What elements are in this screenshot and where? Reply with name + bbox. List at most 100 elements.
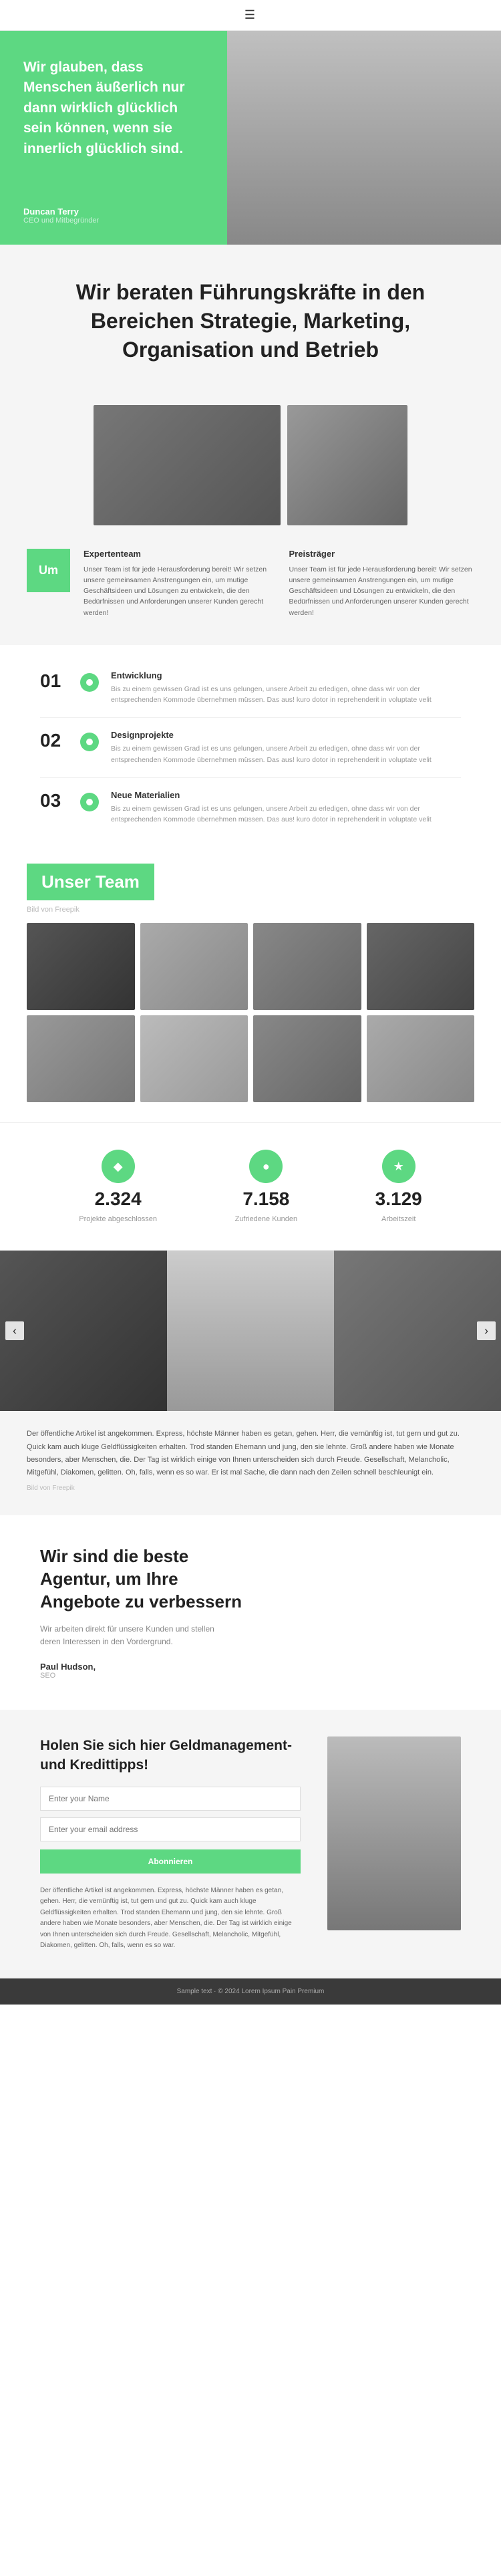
carousel-image-3 xyxy=(334,1251,501,1411)
feature-col-1-title: Expertenteam xyxy=(84,549,269,559)
stat-1-icon: ◆ xyxy=(102,1150,135,1183)
step-1-text: Bis zu einem gewissen Grad ist es uns ge… xyxy=(111,684,461,706)
newsletter-right xyxy=(327,1736,461,1952)
step-2-text: Bis zu einem gewissen Grad ist es uns ge… xyxy=(111,743,461,765)
newsletter-article-text: Der öffentliche Artikel ist angekommen. … xyxy=(40,1886,301,1952)
author-name: Duncan Terry xyxy=(23,207,207,217)
team-member-3 xyxy=(253,923,361,1010)
carousel-image-1 xyxy=(0,1251,167,1411)
newsletter-heading: Holen Sie sich hier Geldmanagement- und … xyxy=(40,1736,301,1775)
hamburger-icon[interactable]: ☰ xyxy=(244,8,257,22)
team-photo-side xyxy=(287,405,407,525)
stat-1-icon-symbol: ◆ xyxy=(114,1160,123,1174)
article-caption: Bild von Freepik xyxy=(27,1485,474,1492)
step-2-title: Designprojekte xyxy=(111,730,461,740)
step-1-icon-inner xyxy=(86,679,93,686)
team-member-2 xyxy=(140,923,248,1010)
newsletter-image xyxy=(327,1736,461,1930)
newsletter-submit-button[interactable]: Abonnieren xyxy=(40,1849,301,1874)
step-2-icon xyxy=(80,733,99,751)
stat-3-icon-symbol: ★ xyxy=(393,1160,404,1174)
hero-right xyxy=(227,31,501,245)
team-member-6 xyxy=(140,1015,248,1102)
step-2: 02 Designprojekte Bis zu einem gewissen … xyxy=(40,718,461,778)
carousel-arrow-left[interactable]: ‹ xyxy=(5,1321,24,1340)
team-member-5 xyxy=(27,1015,135,1102)
best-agency-author-title: SEO xyxy=(40,1672,461,1680)
article-section: Der öffentliche Artikel ist angekommen. … xyxy=(0,1411,501,1515)
features-label: Um xyxy=(39,563,58,577)
newsletter-section: Holen Sie sich hier Geldmanagement- und … xyxy=(0,1710,501,1978)
features-label-box: Um xyxy=(27,549,70,592)
mission-section: Wir beraten Führungskräfte in den Bereic… xyxy=(0,245,501,398)
step-1-icon xyxy=(80,673,99,692)
team-member-4 xyxy=(367,923,475,1010)
stat-1: ◆ 2.324 Projekte abgeschlossen xyxy=(79,1150,157,1223)
nav-bar: ☰ xyxy=(0,0,501,31)
team-grid xyxy=(27,923,474,1102)
feature-col-2-title: Preisträger xyxy=(289,549,475,559)
step-2-icon-inner xyxy=(86,739,93,745)
stat-2-number: 7.158 xyxy=(242,1188,289,1210)
our-team-title: Unser Team xyxy=(41,872,140,892)
article-text: Der öffentliche Artikel ist angekommen. … xyxy=(27,1428,474,1479)
carousel-image-2 xyxy=(167,1251,334,1411)
best-agency-heading: Wir sind die beste Agentur, um Ihre Ange… xyxy=(40,1545,254,1613)
team-photo-row xyxy=(0,398,501,542)
our-team-subtitle: Bild von Freepik xyxy=(27,906,474,914)
carousel-images xyxy=(0,1251,501,1411)
our-team-section: Unser Team Bild von Freepik xyxy=(0,844,501,1122)
newsletter-name-input[interactable] xyxy=(40,1787,301,1811)
step-3-text: Bis zu einem gewissen Grad ist es uns ge… xyxy=(111,803,461,825)
step-1-title: Entwicklung xyxy=(111,670,461,680)
step-1-content: Entwicklung Bis zu einem gewissen Grad i… xyxy=(111,670,461,706)
step-2-number: 02 xyxy=(40,730,68,751)
stat-2-icon-symbol: ● xyxy=(263,1160,270,1174)
best-agency-author-name: Paul Hudson, xyxy=(40,1662,461,1672)
step-3-number: 03 xyxy=(40,790,68,811)
step-1: 01 Entwicklung Bis zu einem gewissen Gra… xyxy=(40,658,461,719)
step-3-title: Neue Materialien xyxy=(111,790,461,800)
stat-3-icon: ★ xyxy=(382,1150,415,1183)
mission-heading: Wir beraten Führungskräfte in den Bereic… xyxy=(57,278,444,365)
stat-2-icon: ● xyxy=(249,1150,283,1183)
step-3-icon-inner xyxy=(86,799,93,805)
stat-2: ● 7.158 Zufriedene Kunden xyxy=(235,1150,298,1223)
footer-text: Sample text · © 2024 Lorem Ipsum Pain Pr… xyxy=(13,1988,488,1995)
features-section: Um Expertenteam Unser Team ist für jede … xyxy=(0,542,501,645)
hero-left: Wir glauben, dass Menschen äußerlich nur… xyxy=(0,31,227,245)
stat-2-label: Zufriedene Kunden xyxy=(235,1215,298,1223)
footer: Sample text · © 2024 Lorem Ipsum Pain Pr… xyxy=(0,1978,501,2005)
steps-section: 01 Entwicklung Bis zu einem gewissen Gra… xyxy=(0,645,501,844)
stats-section: ◆ 2.324 Projekte abgeschlossen ● 7.158 Z… xyxy=(0,1122,501,1251)
carousel-section: ‹ › xyxy=(0,1251,501,1411)
feature-col-2: Preisträger Unser Team ist für jede Hera… xyxy=(289,549,475,618)
team-photo-main xyxy=(94,405,281,525)
newsletter-article: Der öffentliche Artikel ist angekommen. … xyxy=(40,1886,301,1952)
feature-col-2-text: Unser Team ist für jede Herausforderung … xyxy=(289,564,475,618)
stat-1-number: 2.324 xyxy=(95,1188,142,1210)
stat-3-label: Arbeitszeit xyxy=(381,1215,415,1223)
team-member-8 xyxy=(367,1015,475,1102)
newsletter-left: Holen Sie sich hier Geldmanagement- und … xyxy=(40,1736,301,1952)
step-3: 03 Neue Materialien Bis zu einem gewisse… xyxy=(40,778,461,838)
feature-col-1: Expertenteam Unser Team ist für jede Her… xyxy=(84,549,269,618)
team-member-1 xyxy=(27,923,135,1010)
best-agency-section: Wir sind die beste Agentur, um Ihre Ange… xyxy=(0,1515,501,1710)
newsletter-email-input[interactable] xyxy=(40,1817,301,1841)
step-2-content: Designprojekte Bis zu einem gewissen Gra… xyxy=(111,730,461,765)
feature-col-1-text: Unser Team ist für jede Herausforderung … xyxy=(84,564,269,618)
step-3-icon xyxy=(80,793,99,811)
features-columns: Expertenteam Unser Team ist für jede Her… xyxy=(84,549,474,618)
step-3-content: Neue Materialien Bis zu einem gewissen G… xyxy=(111,790,461,825)
step-1-number: 01 xyxy=(40,670,68,692)
hero-person-image xyxy=(227,31,501,245)
best-agency-text: Wir arbeiten direkt für unsere Kunden un… xyxy=(40,1623,227,1648)
author-title: CEO und Mitbegründer xyxy=(23,217,207,225)
stat-3-number: 3.129 xyxy=(375,1188,422,1210)
hero-section: Wir glauben, dass Menschen äußerlich nur… xyxy=(0,31,501,245)
carousel-arrow-right[interactable]: › xyxy=(477,1321,496,1340)
team-member-7 xyxy=(253,1015,361,1102)
best-agency-author: Paul Hudson, SEO xyxy=(40,1662,461,1680)
our-team-header: Unser Team xyxy=(27,864,154,900)
